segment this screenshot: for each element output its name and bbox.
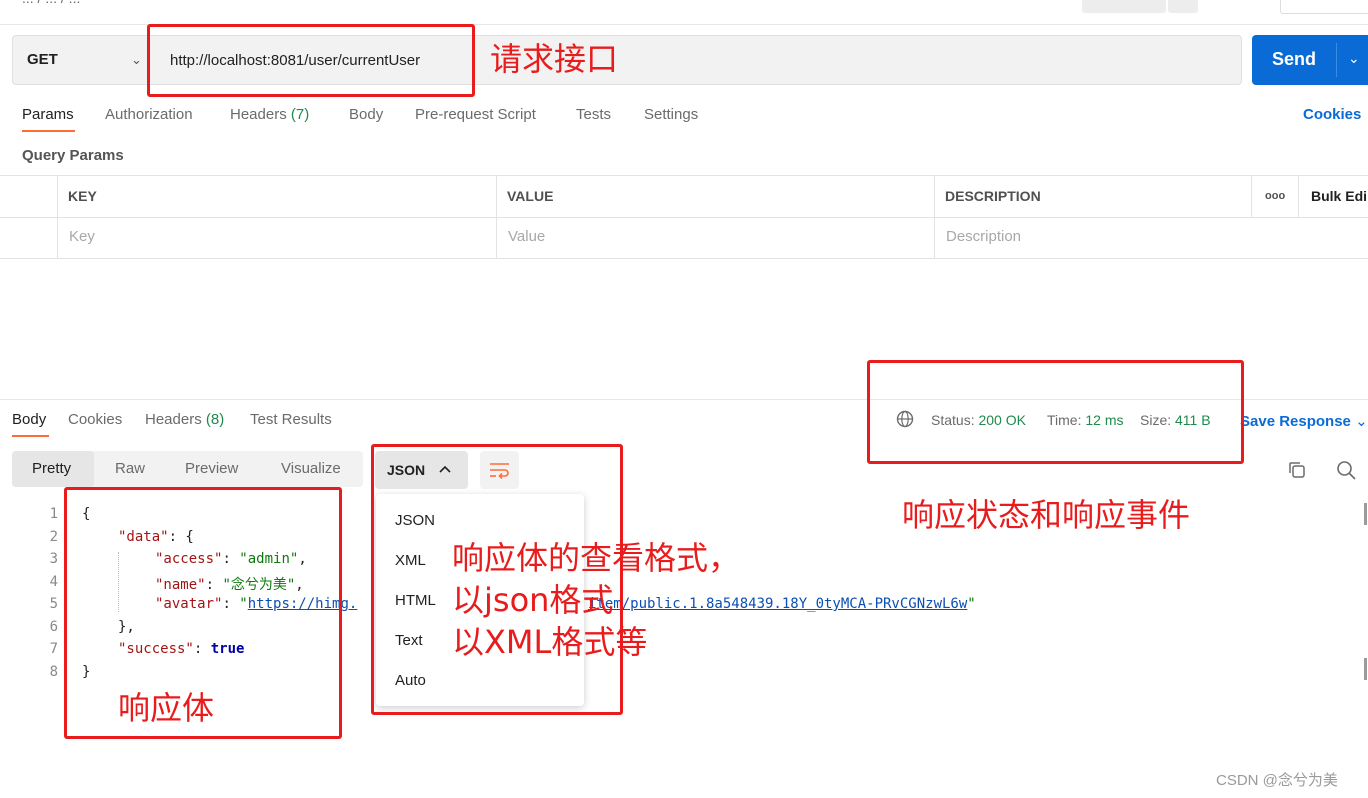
view-mode-preview[interactable]: Preview <box>185 460 238 477</box>
line-number: 8 <box>49 664 58 680</box>
avatar-url-link[interactable]: item/public.1.8a548439.18Y_0tyMCA-PRvCGN… <box>588 596 967 612</box>
table-border-bottom <box>0 258 1368 259</box>
view-mode-visualize[interactable]: Visualize <box>281 460 341 477</box>
send-button[interactable]: Send ⌄ <box>1252 35 1368 85</box>
response-tab-cookies[interactable]: Cookies <box>68 411 122 428</box>
annotation-format-line3: 以XML格式等 <box>452 623 648 661</box>
copy-icon[interactable] <box>1287 460 1307 480</box>
method-select[interactable]: GET ⌄ <box>12 35 148 85</box>
table-col-divider <box>496 175 497 259</box>
active-tab-indicator <box>12 435 49 437</box>
line-number: 6 <box>49 619 58 635</box>
code-line-continued: item/public.1.8a548439.18Y_0tyMCA-PRvCGN… <box>588 596 976 612</box>
tab-tests[interactable]: Tests <box>576 106 611 123</box>
line-number: 5 <box>49 596 58 612</box>
col-header-description: DESCRIPTION <box>945 188 1041 204</box>
tab-settings[interactable]: Settings <box>644 106 698 123</box>
annotation-response-status: 响应状态和响应事件 <box>902 496 1191 534</box>
response-tab-headers[interactable]: Headers (8) <box>145 411 224 428</box>
scrollbar-thumb[interactable] <box>1364 503 1367 525</box>
view-toggle[interactable] <box>1280 0 1368 14</box>
bulk-edit-button[interactable]: Bulk Edi <box>1311 188 1367 204</box>
send-label: Send <box>1272 49 1317 69</box>
view-mode-selector: Pretty Raw Preview Visualize <box>12 451 363 487</box>
tab-params[interactable]: Params <box>22 106 74 123</box>
tab-headers-label: Headers <box>230 106 287 123</box>
table-col-divider <box>57 175 58 259</box>
search-icon[interactable] <box>1336 460 1356 480</box>
line-number: 1 <box>49 506 58 522</box>
active-tab-indicator <box>22 130 75 132</box>
more-options-icon[interactable]: ooo <box>1265 190 1285 202</box>
response-headers-count: (8) <box>205 411 225 428</box>
description-input[interactable]: Description <box>946 228 1021 245</box>
line-number: 4 <box>49 574 58 590</box>
view-mode-pretty-label: Pretty <box>32 460 72 477</box>
response-tab-body[interactable]: Body <box>12 411 46 428</box>
line-number: 2 <box>49 529 58 545</box>
view-mode-raw[interactable]: Raw <box>115 460 145 477</box>
col-header-value: VALUE <box>507 188 554 204</box>
annotation-request-api: 请求接口 <box>490 40 619 78</box>
scrollbar-thumb[interactable] <box>1364 658 1367 680</box>
table-col-divider <box>1251 175 1252 217</box>
table-col-divider <box>1298 175 1299 217</box>
key-input[interactable]: Key <box>69 228 95 245</box>
chevron-down-icon[interactable]: ⌄ <box>1348 50 1360 67</box>
watermark: CSDN @念兮为美 <box>1216 772 1338 789</box>
annotation-format-line2: 以json格式 <box>452 581 614 619</box>
top-bar: ... / ... / ... <box>0 0 1368 25</box>
headers-count: (7) <box>290 106 310 123</box>
tab-body[interactable]: Body <box>349 106 383 123</box>
annotation-box-status <box>867 360 1244 464</box>
annotation-response-body: 响应体 <box>118 689 215 727</box>
line-number: 7 <box>49 641 58 657</box>
tab-authorization[interactable]: Authorization <box>105 106 193 123</box>
chevron-down-icon: ⌄ <box>1355 413 1368 430</box>
value-input[interactable]: Value <box>508 228 545 245</box>
line-number: 3 <box>49 551 58 567</box>
view-mode-pretty[interactable]: Pretty <box>12 451 94 487</box>
top-button[interactable] <box>1082 0 1166 13</box>
table-col-divider <box>934 175 935 259</box>
cookies-link[interactable]: Cookies <box>1303 106 1361 123</box>
query-params-title: Query Params <box>22 147 124 164</box>
response-tab-headers-label: Headers <box>145 411 202 428</box>
tab-pre-request-script[interactable]: Pre-request Script <box>415 106 536 123</box>
method-label: GET <box>27 51 58 68</box>
col-header-key: KEY <box>68 188 97 204</box>
tab-headers[interactable]: Headers (7) <box>230 106 309 123</box>
chevron-down-icon: ⌄ <box>131 52 142 67</box>
save-response-label: Save Response <box>1240 413 1351 430</box>
table-border-top <box>0 175 1368 176</box>
annotation-box-request <box>147 24 475 97</box>
annotation-format-line1: 响应体的查看格式， <box>452 539 741 577</box>
top-button-dropdown[interactable] <box>1168 0 1198 13</box>
response-tab-test-results[interactable]: Test Results <box>250 411 332 428</box>
save-response-button[interactable]: Save Response ⌄ <box>1240 412 1368 430</box>
table-border-mid <box>0 217 1368 218</box>
send-divider <box>1336 43 1337 77</box>
breadcrumb: ... / ... / ... <box>22 0 80 6</box>
json-quote: " <box>967 596 976 612</box>
